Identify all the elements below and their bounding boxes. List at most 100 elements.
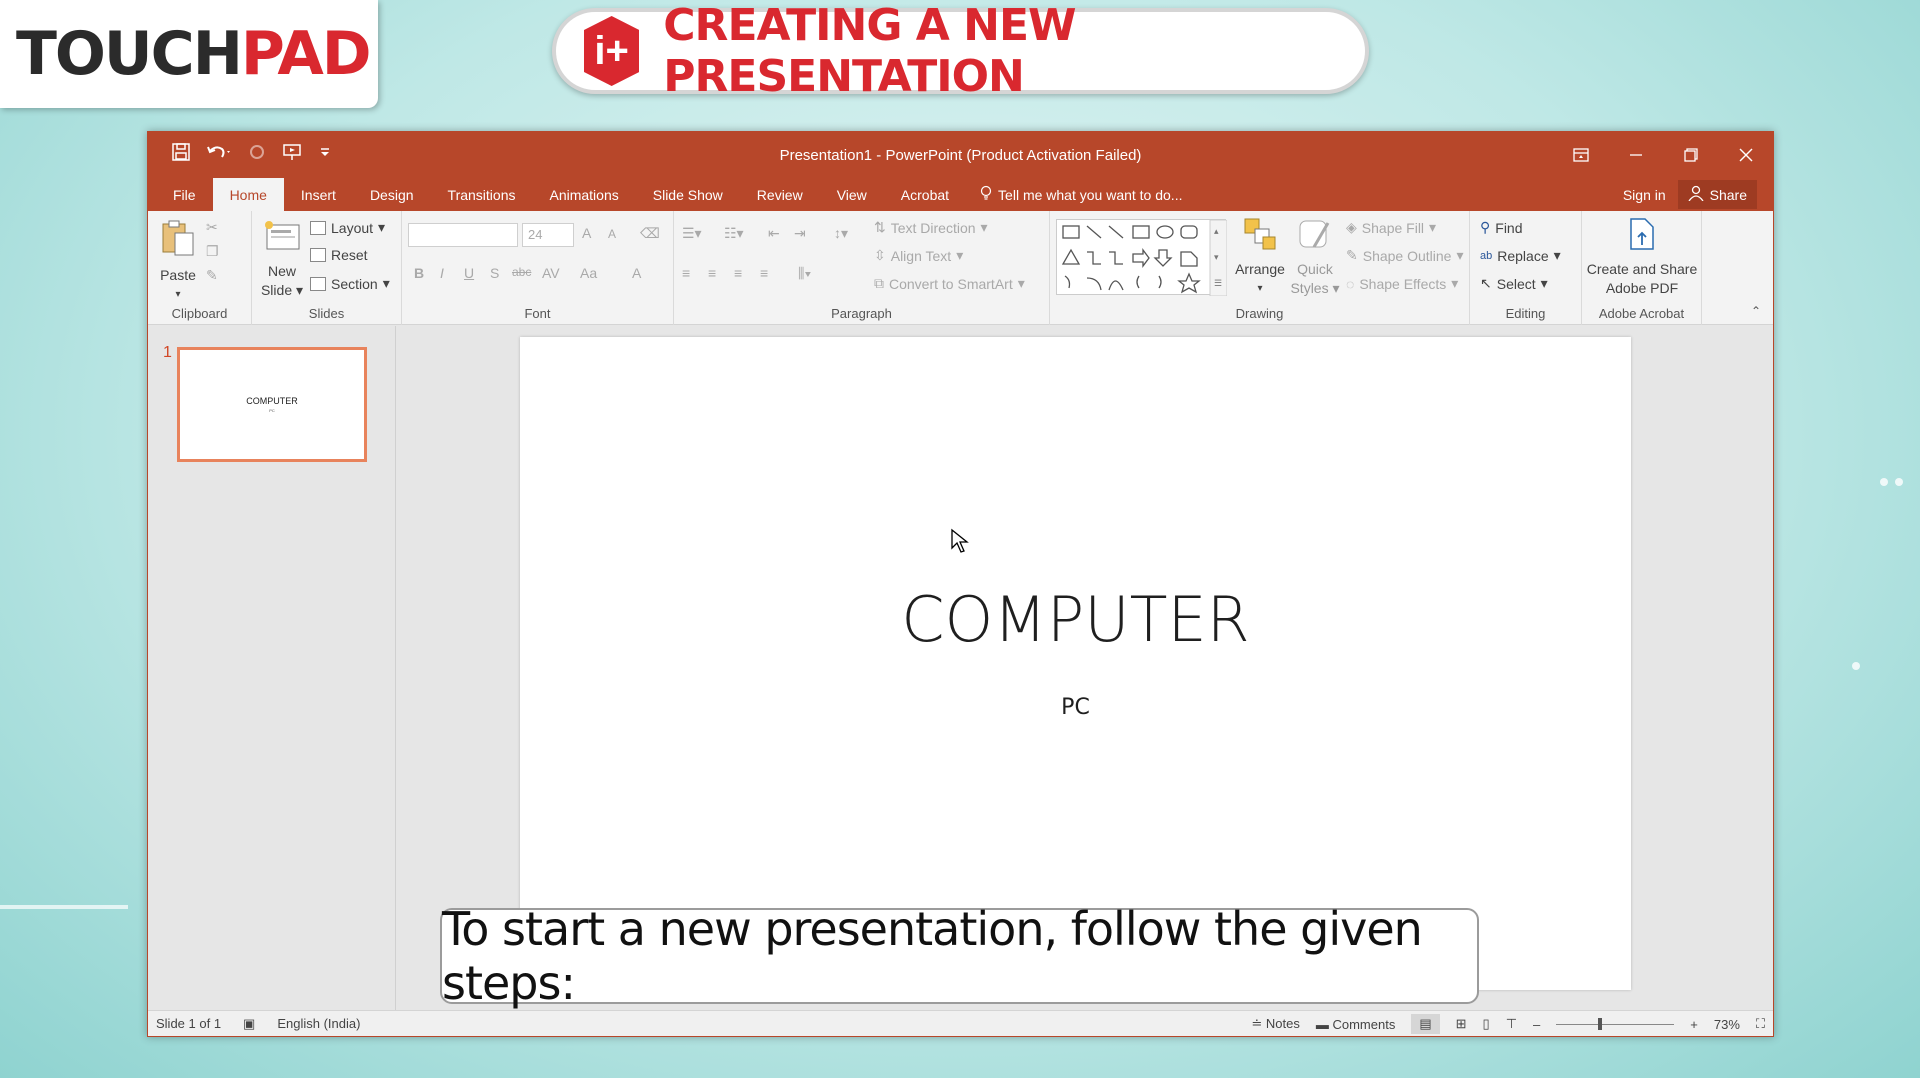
restore-icon[interactable] xyxy=(1663,132,1718,178)
paste-label: Paste xyxy=(160,267,196,283)
slideshow-view-icon[interactable]: ⊤ xyxy=(1506,1016,1517,1032)
slide-sorter-icon[interactable]: ⊞ xyxy=(1456,1016,1467,1032)
font-color-button[interactable]: A xyxy=(632,265,641,281)
tab-transitions[interactable]: Transitions xyxy=(431,178,533,211)
quick-styles-button[interactable]: Quick Styles ▾ xyxy=(1290,217,1340,298)
tab-home[interactable]: Home xyxy=(212,178,284,211)
share-button[interactable]: Share xyxy=(1677,180,1757,209)
ribbon-display-icon[interactable] xyxy=(1553,132,1608,178)
decrease-indent-icon[interactable]: ⇤ xyxy=(768,225,780,242)
align-center-icon[interactable]: ≡ xyxy=(708,265,716,281)
customize-qat-icon[interactable] xyxy=(320,143,330,167)
character-spacing-button[interactable]: AV xyxy=(542,265,560,281)
layout-icon xyxy=(310,220,326,235)
smartart-label: Convert to SmartArt xyxy=(889,275,1013,292)
close-icon[interactable] xyxy=(1718,132,1773,178)
redo-icon[interactable] xyxy=(248,143,266,167)
align-left-icon[interactable]: ≡ xyxy=(682,265,690,281)
italic-button[interactable]: I xyxy=(440,265,444,281)
line-spacing-icon[interactable]: ↕▾ xyxy=(834,225,848,242)
person-icon xyxy=(1688,185,1704,204)
zoom-out-button[interactable]: – xyxy=(1533,1017,1540,1032)
smartart-icon: ⧉ xyxy=(874,275,884,291)
grow-font-icon[interactable]: A xyxy=(582,225,591,241)
ribbon-tabs: File Home Insert Design Transitions Anim… xyxy=(148,178,1773,211)
format-painter-icon[interactable]: ✎ xyxy=(206,267,218,284)
align-text-button[interactable]: ⇳ Align Text ▾ xyxy=(874,247,963,264)
normal-view-icon[interactable]: ▤ xyxy=(1411,1014,1440,1034)
strikethrough-button[interactable]: abc xyxy=(512,265,531,279)
acrobat-label-2: Adobe PDF xyxy=(1605,280,1679,296)
zoom-level[interactable]: 73% xyxy=(1714,1017,1740,1032)
columns-icon[interactable]: ⫼▾ xyxy=(798,265,811,282)
logo-text-touch: TOUCH xyxy=(16,19,243,89)
slide-thumbnail-pane: 1 COMPUTER PC xyxy=(148,326,396,1010)
tab-insert[interactable]: Insert xyxy=(284,178,353,211)
shape-outline-button[interactable]: ✎ Shape Outline ▾ xyxy=(1346,247,1464,264)
shadow-button[interactable]: S xyxy=(490,265,499,281)
convert-smartart-button[interactable]: ⧉ Convert to SmartArt ▾ xyxy=(874,275,1025,292)
undo-icon[interactable] xyxy=(206,143,232,167)
tell-me-box[interactable]: Tell me what you want to do... xyxy=(966,178,1182,211)
tab-animations[interactable]: Animations xyxy=(532,178,635,211)
reset-button[interactable]: Reset xyxy=(310,247,368,263)
text-direction-button[interactable]: ⇅ Text Direction ▾ xyxy=(874,219,988,236)
align-right-icon[interactable]: ≡ xyxy=(734,265,742,281)
notes-button[interactable]: ≐ Notes xyxy=(1251,1016,1299,1032)
spellcheck-icon[interactable]: ▣ xyxy=(243,1016,255,1032)
editing-label: Editing xyxy=(1505,306,1546,321)
replace-button[interactable]: ab Replace ▾ xyxy=(1480,247,1561,264)
numbering-icon[interactable]: ☷▾ xyxy=(724,225,744,242)
copy-icon[interactable]: ❐ xyxy=(206,243,219,260)
collapse-ribbon-icon[interactable]: ⌃ xyxy=(1751,304,1761,318)
fit-to-window-icon[interactable]: ⛶ xyxy=(1756,1016,1765,1032)
zoom-in-button[interactable]: + xyxy=(1690,1017,1698,1032)
select-button[interactable]: ↖ Select ▾ xyxy=(1480,275,1548,292)
tab-design[interactable]: Design xyxy=(353,178,431,211)
increase-indent-icon[interactable]: ⇥ xyxy=(794,225,806,242)
font-size-input[interactable]: 24 xyxy=(522,223,574,247)
shape-effects-button[interactable]: ◌ Shape Effects ▾ xyxy=(1346,275,1458,292)
layout-button[interactable]: Layout ▾ xyxy=(310,219,385,236)
clear-formatting-icon[interactable]: ⌫ xyxy=(640,225,660,242)
arrange-button[interactable]: Arrange ▾ xyxy=(1232,217,1288,298)
comments-button[interactable]: ▬ Comments xyxy=(1316,1017,1395,1032)
font-name-input[interactable] xyxy=(408,223,518,247)
change-case-button[interactable]: Aa xyxy=(580,265,597,281)
sign-in-link[interactable]: Sign in xyxy=(1623,187,1666,203)
tab-review[interactable]: Review xyxy=(740,178,820,211)
svg-text:▾: ▾ xyxy=(1214,252,1219,262)
group-clipboard: Paste ▾ ✂ ❐ ✎ Clipboard xyxy=(148,211,252,325)
shape-fill-button[interactable]: ◈ Shape Fill ▾ xyxy=(1346,219,1436,236)
underline-button[interactable]: U xyxy=(464,265,474,281)
tab-file[interactable]: File xyxy=(148,178,213,211)
slide-thumbnail[interactable]: COMPUTER PC xyxy=(177,347,367,462)
shrink-font-icon[interactable]: A xyxy=(608,227,616,241)
zoom-slider[interactable] xyxy=(1556,1017,1675,1030)
cut-icon[interactable]: ✂ xyxy=(206,219,218,236)
slide-title[interactable]: COMPUTER xyxy=(520,583,1631,656)
start-from-beginning-icon[interactable] xyxy=(282,143,304,167)
slide-subtitle[interactable]: PC xyxy=(520,695,1631,720)
zoom-slider-thumb[interactable] xyxy=(1598,1017,1603,1030)
justify-icon[interactable]: ≡ xyxy=(760,265,768,281)
save-icon[interactable] xyxy=(172,143,190,167)
paste-button[interactable]: Paste ▾ xyxy=(158,219,198,304)
reset-label: Reset xyxy=(331,247,368,263)
reading-view-icon[interactable]: ▯ xyxy=(1483,1016,1490,1032)
group-font: 24 A A ⌫ B I U S abc AV Aa A Font xyxy=(402,211,674,325)
shapes-gallery[interactable]: ▴ ▾ ☰ xyxy=(1056,219,1228,297)
tab-slide-show[interactable]: Slide Show xyxy=(636,178,740,211)
banner-title: CREATING A NEW PRESENTATION xyxy=(663,0,1076,102)
section-button[interactable]: Section ▾ xyxy=(310,275,390,292)
tab-view[interactable]: View xyxy=(820,178,884,211)
find-button[interactable]: ⚲ Find xyxy=(1480,219,1523,236)
bold-button[interactable]: B xyxy=(414,265,424,281)
language-indicator[interactable]: English (India) xyxy=(277,1016,360,1031)
slide-canvas[interactable]: COMPUTER PC xyxy=(520,337,1631,990)
bullets-icon[interactable]: ☰▾ xyxy=(682,225,702,242)
create-share-pdf-button[interactable]: Create and Share Adobe PDF xyxy=(1584,217,1700,298)
minimize-icon[interactable] xyxy=(1608,132,1663,178)
new-slide-button[interactable]: New Slide ▾ xyxy=(258,219,306,300)
tab-acrobat[interactable]: Acrobat xyxy=(884,178,966,211)
